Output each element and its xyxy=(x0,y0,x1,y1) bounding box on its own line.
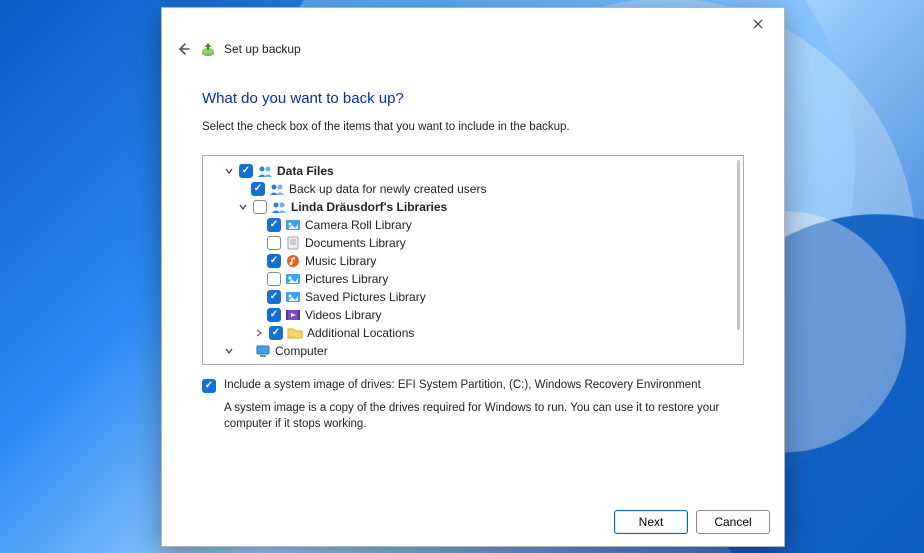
checkbox[interactable] xyxy=(267,236,281,250)
node-label: Camera Roll Library xyxy=(305,218,412,232)
node-label: Documents Library xyxy=(305,236,406,250)
checkbox[interactable] xyxy=(253,200,267,214)
node-label: Back up data for newly created users xyxy=(289,182,486,196)
back-button[interactable] xyxy=(174,40,192,58)
window-title: Set up backup xyxy=(224,42,301,56)
tree-node-saved-pictures[interactable]: Saved Pictures Library xyxy=(209,288,739,306)
node-label: Pictures Library xyxy=(305,272,388,286)
next-button[interactable]: Next xyxy=(614,510,688,534)
backup-wizard-window: Set up backup What do you want to back u… xyxy=(161,7,785,547)
close-button[interactable] xyxy=(738,10,778,38)
users-icon xyxy=(271,199,287,215)
video-library-icon xyxy=(285,307,301,323)
scrollbar[interactable] xyxy=(737,160,740,330)
computer-icon xyxy=(255,343,271,359)
button-row: Next Cancel xyxy=(162,500,784,546)
picture-library-icon xyxy=(285,217,301,233)
tree-node-music[interactable]: Music Library xyxy=(209,252,739,270)
checkbox[interactable] xyxy=(269,326,283,340)
users-icon xyxy=(257,163,273,179)
expander-icon[interactable] xyxy=(253,327,265,339)
content-area: What do you want to back up? Select the … xyxy=(162,64,784,500)
header-row: Set up backup xyxy=(162,40,784,64)
checkbox[interactable] xyxy=(267,290,281,304)
system-image-description: A system image is a copy of the drives r… xyxy=(224,401,744,432)
expander-icon[interactable] xyxy=(237,201,249,213)
node-label: Linda Dräusdorf's Libraries xyxy=(291,200,447,214)
expander-icon[interactable] xyxy=(223,165,235,177)
tree-node-videos[interactable]: Videos Library xyxy=(209,306,739,324)
tree-node-pictures[interactable]: Pictures Library xyxy=(209,270,739,288)
music-library-icon xyxy=(285,253,301,269)
checkbox[interactable] xyxy=(267,218,281,232)
node-label: Music Library xyxy=(305,254,376,268)
document-library-icon xyxy=(285,235,301,251)
page-subtext: Select the check box of the items that y… xyxy=(202,121,744,133)
node-label: Additional Locations xyxy=(307,326,414,340)
system-image-row: Include a system image of drives: EFI Sy… xyxy=(202,379,744,393)
checkbox[interactable] xyxy=(251,182,265,196)
tree-node-additional[interactable]: Additional Locations xyxy=(209,324,739,342)
backup-icon xyxy=(200,41,216,57)
system-image-checkbox[interactable] xyxy=(202,379,216,393)
node-label: Data Files xyxy=(277,164,334,178)
checkbox[interactable] xyxy=(267,308,281,322)
cancel-button[interactable]: Cancel xyxy=(696,510,770,534)
node-label: Videos Library xyxy=(305,308,382,322)
close-icon xyxy=(753,19,763,29)
checkbox[interactable] xyxy=(267,254,281,268)
picture-library-icon xyxy=(285,271,301,287)
back-arrow-icon xyxy=(176,42,190,56)
titlebar xyxy=(162,8,784,40)
expander-icon[interactable] xyxy=(223,345,235,357)
system-image-label: Include a system image of drives: EFI Sy… xyxy=(224,379,701,391)
checkbox[interactable] xyxy=(239,164,253,178)
tree-node-computer[interactable]: Computer xyxy=(209,342,739,360)
backup-items-tree[interactable]: Data Files Back up data for newly create… xyxy=(202,155,744,365)
tree-node-user-libraries[interactable]: Linda Dräusdorf's Libraries xyxy=(209,198,739,216)
users-icon xyxy=(269,181,285,197)
tree-node-documents[interactable]: Documents Library xyxy=(209,234,739,252)
page-heading: What do you want to back up? xyxy=(202,90,744,107)
tree-node-new-users[interactable]: Back up data for newly created users xyxy=(209,180,739,198)
checkbox[interactable] xyxy=(267,272,281,286)
node-label: Saved Pictures Library xyxy=(305,290,426,304)
folder-icon xyxy=(287,325,303,341)
tree-node-camera-roll[interactable]: Camera Roll Library xyxy=(209,216,739,234)
picture-library-icon xyxy=(285,289,301,305)
node-label: Computer xyxy=(275,344,328,358)
tree-node-data-files[interactable]: Data Files xyxy=(209,162,739,180)
